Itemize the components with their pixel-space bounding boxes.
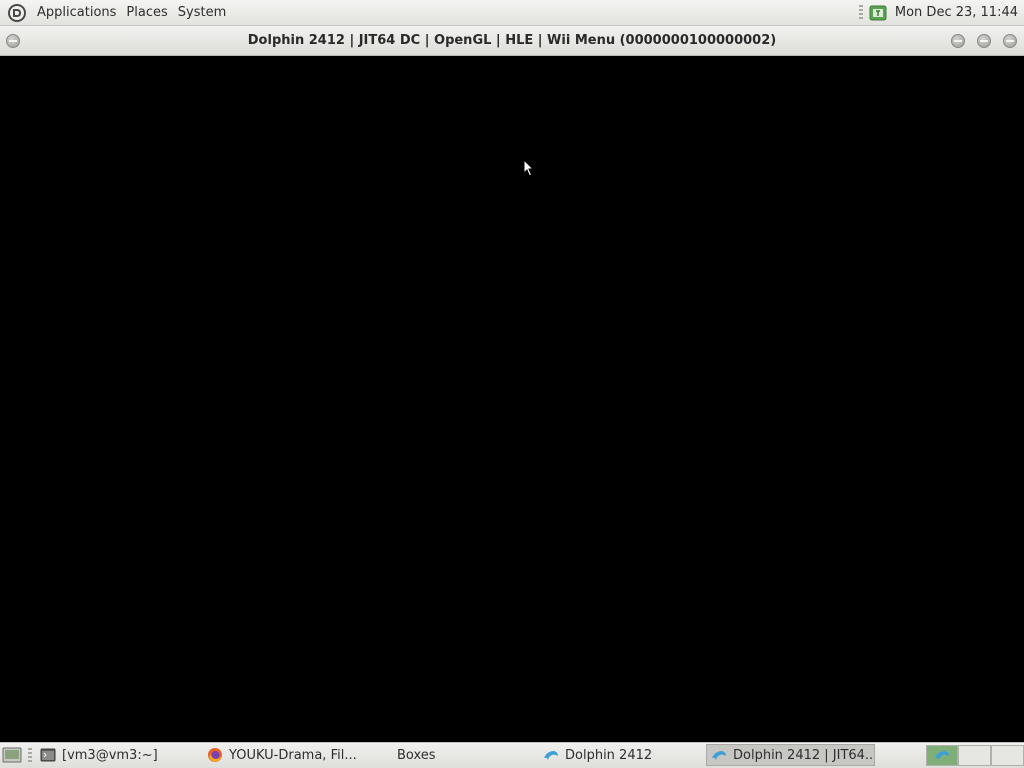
bottom-panel: [vm3@vm3:~] YOUKU-Drama, Fil... Boxes Do… — [0, 742, 1024, 768]
terminal-icon — [40, 748, 56, 762]
task-label: [vm3@vm3:~] — [62, 747, 158, 763]
maximize-button[interactable] — [977, 34, 991, 48]
close-button[interactable] — [1003, 34, 1017, 48]
dolphin-icon — [935, 751, 949, 760]
boxes-icon — [375, 747, 391, 763]
taskbar-grip[interactable] — [28, 748, 32, 764]
workspace-2[interactable] — [958, 745, 991, 766]
panel-grip[interactable] — [858, 4, 863, 21]
update-notifier-icon[interactable] — [869, 5, 887, 21]
dolphin-render-area[interactable] — [0, 56, 1024, 742]
tray-area: Mon Dec 23, 11:44 — [858, 0, 1024, 26]
task-label: YOUKU-Drama, Fil... — [229, 747, 357, 763]
task-firefox[interactable]: YOUKU-Drama, Fil... — [203, 744, 363, 766]
task-label: Dolphin 2412 | JIT64... — [733, 747, 875, 763]
workspace-1[interactable] — [926, 745, 958, 766]
task-dolphin[interactable]: Dolphin 2412 — [539, 744, 699, 766]
menu-places[interactable]: Places — [121, 0, 172, 26]
task-label: Boxes — [397, 747, 436, 763]
task-dolphin-active[interactable]: Dolphin 2412 | JIT64... — [706, 744, 875, 766]
task-label: Dolphin 2412 — [565, 747, 653, 763]
mouse-cursor-icon — [523, 159, 535, 177]
mint-logo-icon[interactable] — [7, 3, 27, 23]
dolphin-icon — [544, 751, 558, 760]
menu-system[interactable]: System — [173, 0, 231, 26]
show-desktop-icon[interactable] — [2, 746, 22, 764]
window-title: Dolphin 2412 | JIT64 DC | OpenGL | HLE |… — [247, 33, 777, 48]
minimize-button[interactable] — [951, 34, 965, 48]
task-boxes[interactable]: Boxes — [371, 744, 531, 766]
firefox-icon — [208, 748, 222, 762]
top-panel: Applications Places System Mon Dec 23, 1… — [0, 0, 1024, 26]
window-titlebar[interactable]: Dolphin 2412 | JIT64 DC | OpenGL | HLE |… — [0, 26, 1024, 56]
dolphin-icon — [712, 751, 726, 760]
task-terminal[interactable]: [vm3@vm3:~] — [36, 744, 196, 766]
clock[interactable]: Mon Dec 23, 11:44 — [895, 5, 1024, 20]
workspace-3[interactable] — [991, 745, 1024, 766]
menu-applications[interactable]: Applications — [32, 0, 121, 26]
